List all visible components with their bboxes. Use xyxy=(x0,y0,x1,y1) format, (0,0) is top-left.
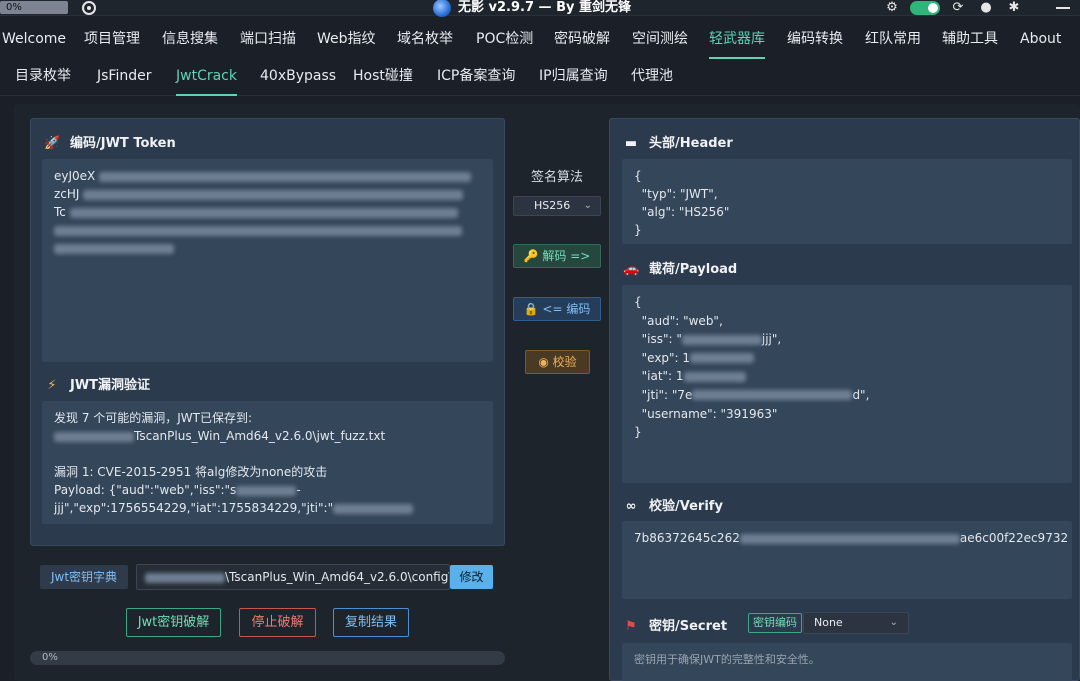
main-nav-domains[interactable]: 域名枚举 xyxy=(397,22,453,60)
flag-icon: ⚑ xyxy=(625,619,637,634)
header-icon: ▬ xyxy=(624,136,638,151)
minimize-icon[interactable] xyxy=(1056,7,1070,9)
main-nav-poc[interactable]: POC检测 xyxy=(476,22,533,60)
main-nav-ports[interactable]: 端口扫描 xyxy=(240,22,296,60)
sub-nav-dir-enum[interactable]: 目录枚举 xyxy=(15,60,71,96)
verify-icon: ◉ xyxy=(538,355,549,369)
encode-button[interactable]: 🔒 <= 编码 xyxy=(513,297,601,321)
title-icons: ⚙ ⟳ ● ✱ xyxy=(878,0,1080,16)
theme-toggle[interactable] xyxy=(910,1,940,15)
secret-encoding-select[interactable]: None ⌄ xyxy=(803,612,909,634)
rocket-icon: 🚀 xyxy=(44,136,61,151)
refresh-icon[interactable]: ⟳ xyxy=(951,1,965,15)
payload-section-title: 🚗 载荷/Payload xyxy=(623,262,738,277)
main-nav-space-mapping[interactable]: 空间测绘 xyxy=(632,22,688,60)
main-nav-tools[interactable]: 辅助工具 xyxy=(942,22,998,60)
payload-output[interactable]: { "aud": "web", "iss": " jjj", "exp": 1 "… xyxy=(622,285,1072,483)
title-progress-label: 0% xyxy=(6,2,22,13)
token-section-title: 🚀 编码/JWT Token xyxy=(44,136,176,151)
payload-icon: 🚗 xyxy=(623,262,640,277)
header-section-title: ▬ 头部/Header xyxy=(624,136,733,151)
disk-icon[interactable] xyxy=(82,1,96,15)
key-icon: 🔑 xyxy=(523,249,539,263)
verify-section-title: ∞ 校验/Verify xyxy=(623,495,723,514)
secret-section-title: ⚑ 密钥/Secret xyxy=(623,615,727,634)
crack-button[interactable]: Jwt密钥破解 xyxy=(126,608,221,637)
sub-nav: 目录枚举 JsFinder JwtCrack 40xBypass Host碰撞 … xyxy=(0,60,1080,96)
main-nav-web-fingerprint[interactable]: Web指纹 xyxy=(317,22,376,60)
vuln-output[interactable]: 发现 7 个可能的漏洞，JWT已保存到: TscanPlus_Win_Amd64… xyxy=(42,401,493,524)
chevron-down-icon: ⌄ xyxy=(583,200,592,211)
sub-nav-jsfinder[interactable]: JsFinder xyxy=(97,60,151,96)
main-nav-light-weapons[interactable]: 轻武器库 xyxy=(709,22,765,60)
bug-icon[interactable]: ✱ xyxy=(1007,1,1021,15)
sub-nav-ip-location[interactable]: IP归属查询 xyxy=(539,60,608,96)
sub-nav-host-collision[interactable]: Host碰撞 xyxy=(353,60,413,96)
title-progress: 0% xyxy=(0,1,68,14)
lock-icon: 🔒 xyxy=(523,302,539,316)
sub-nav-icp[interactable]: ICP备案查询 xyxy=(437,60,515,96)
secret-input[interactable]: 密钥用于确保JWT的完整性和安全性。 xyxy=(622,643,1072,681)
main-nav: Welcome 项目管理 信息搜集 端口扫描 Web指纹 域名枚举 POC检测 … xyxy=(0,22,1080,60)
github-icon[interactable]: ● xyxy=(979,1,993,15)
jwt-token-input[interactable]: eyJ0eX zcHJ Tc xyxy=(42,159,493,362)
main-nav-projects[interactable]: 项目管理 xyxy=(84,22,140,60)
algo-label: 签名算法 xyxy=(531,170,584,185)
sub-nav-proxy-pool[interactable]: 代理池 xyxy=(631,60,673,96)
chevron-down-icon: ⌄ xyxy=(889,617,898,628)
crack-progress: 0% xyxy=(30,651,505,665)
app-logo-icon xyxy=(433,0,451,17)
dict-label: Jwt密钥字典 xyxy=(40,565,128,589)
main-nav-red-team[interactable]: 红队常用 xyxy=(865,22,921,60)
title-bar: 0% 无影 v2.9.7 — By 重剑无锋 ⚙ ⟳ ● ✱ xyxy=(0,0,1080,17)
modify-button[interactable]: 修改 xyxy=(450,565,493,589)
secret-encoding-badge: 密钥编码 xyxy=(748,613,802,633)
binoculars-icon: ∞ xyxy=(625,499,637,514)
main-nav-info[interactable]: 信息搜集 xyxy=(162,22,218,60)
decode-button[interactable]: 🔑 解码 => xyxy=(513,244,601,268)
dict-path-input[interactable]: \TscanPlus_Win_Amd64_v2.6.0\config\j xyxy=(136,564,450,590)
vuln-section-title: ⚡ JWT漏洞验证 xyxy=(44,374,150,393)
main-nav-password[interactable]: 密码破解 xyxy=(554,22,610,60)
verify-output[interactable]: 7b86372645c262 ae6c00f22ec9732 xyxy=(622,521,1072,599)
main-nav-welcome[interactable]: Welcome xyxy=(2,22,66,60)
main-nav-about[interactable]: About xyxy=(1020,22,1061,60)
header-output[interactable]: { "typ": "JWT", "alg": "HS256" } xyxy=(622,159,1072,244)
settings-icon[interactable]: ⚙ xyxy=(885,1,899,15)
algo-select[interactable]: HS256 ⌄ xyxy=(513,196,601,216)
sub-nav-40xbypass[interactable]: 40xBypass xyxy=(260,60,336,96)
lightning-icon: ⚡ xyxy=(47,378,57,393)
main-nav-encoding[interactable]: 编码转换 xyxy=(787,22,843,60)
verify-button[interactable]: ◉ 校验 xyxy=(525,350,590,374)
crack-progress-label: 0% xyxy=(42,652,58,663)
stop-button[interactable]: 停止破解 xyxy=(239,608,316,637)
window-title: 无影 v2.9.7 — By 重剑无锋 xyxy=(458,0,631,15)
copy-button[interactable]: 复制结果 xyxy=(333,608,409,637)
sub-nav-jwtcrack[interactable]: JwtCrack xyxy=(176,60,237,96)
